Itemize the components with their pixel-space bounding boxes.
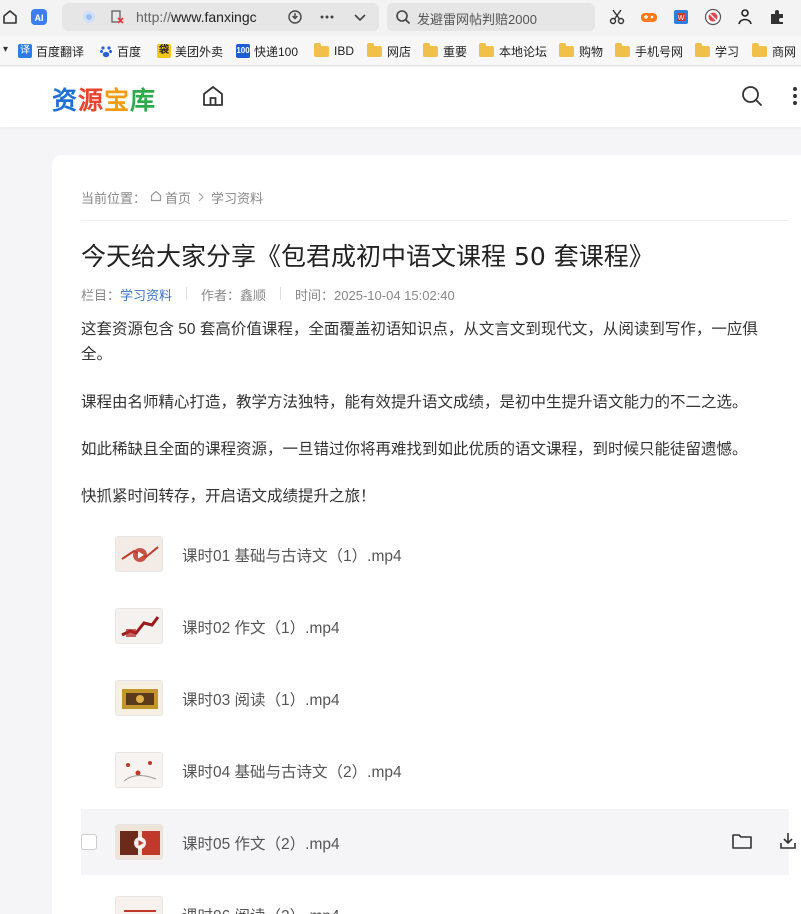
- kuaidi100-icon: 100: [236, 44, 250, 58]
- breadcrumb-chevron-icon: [197, 190, 205, 205]
- translate-icon: 译: [18, 44, 32, 58]
- insecure-warning-icon[interactable]: [110, 10, 124, 29]
- browser-toolbar: AI http://www.fanxingc 发避雷网帖判赔2000 W: [0, 0, 801, 36]
- site-search-icon[interactable]: [740, 84, 764, 113]
- game-controller-icon[interactable]: [640, 8, 658, 26]
- divider: [81, 220, 789, 221]
- folder-icon: [559, 42, 574, 57]
- file-row[interactable]: 课时03 阅读（1）.mp4: [81, 665, 789, 731]
- folder-icon: [695, 42, 710, 57]
- svg-text:AI: AI: [35, 13, 44, 23]
- svg-text:W: W: [678, 15, 685, 22]
- article-card: 当前位置： 首页 学习资料 今天给大家分享《包君成初中语文课程 50 套课程》 …: [52, 155, 801, 914]
- bookmark-folder-local-forum[interactable]: 本地论坛: [479, 42, 547, 59]
- video-thumbnail: [115, 680, 163, 716]
- folder-icon: [367, 42, 382, 57]
- video-thumbnail: [115, 608, 163, 644]
- address-url[interactable]: http://www.fanxingc: [136, 9, 274, 25]
- browser-search-box[interactable]: 发避雷网帖判赔2000: [387, 3, 595, 31]
- folder-icon[interactable]: [731, 831, 753, 856]
- article-paragraph: 快抓紧时间转存，开启语文成绩提升之旅！: [81, 488, 376, 505]
- ad-block-icon[interactable]: [704, 8, 722, 26]
- video-thumbnail: [115, 536, 163, 572]
- breadcrumb: 当前位置： 首页 学习资料: [81, 188, 263, 207]
- chevron-down-icon[interactable]: [352, 9, 368, 30]
- wps-office-icon[interactable]: W: [672, 8, 690, 26]
- site-home-icon[interactable]: [201, 84, 225, 113]
- extensions-puzzle-icon[interactable]: [768, 8, 786, 26]
- reader-mode-icon[interactable]: [287, 9, 303, 30]
- folder-icon: [423, 42, 438, 57]
- file-row[interactable]: 课时04 基础与古诗文（2）.mp4: [81, 737, 789, 803]
- baidu-paw-icon: [99, 44, 113, 58]
- bookmark-folder-zhongyao[interactable]: 重要: [423, 42, 467, 59]
- site-header: 资源宝库: [0, 67, 801, 127]
- file-row[interactable]: 课时02 作文（1）.mp4: [81, 593, 789, 659]
- home-small-icon: [150, 190, 162, 205]
- article-title: 今天给大家分享《包君成初中语文课程 50 套课程》: [81, 242, 654, 271]
- category-link[interactable]: 学习资料: [120, 285, 172, 304]
- site-logo[interactable]: 资源宝库: [52, 81, 156, 117]
- video-thumbnail: [115, 752, 163, 788]
- file-name: 课时01 基础与古诗文（1）.mp4: [182, 548, 402, 565]
- file-name: 课时04 基础与古诗文（2）.mp4: [182, 764, 402, 781]
- file-name: 课时02 作文（1）.mp4: [182, 620, 340, 637]
- file-name: 课时03 阅读（1）.mp4: [182, 692, 340, 709]
- bookmarks-menu-arrow-icon[interactable]: ▾: [3, 44, 8, 55]
- bookmark-folder-wangdian[interactable]: 网店: [367, 42, 411, 59]
- article-paragraph: 课程由名师精心打造，教学方法独特，能有效提升语文成绩，是初中生提升语文能力的不二…: [81, 394, 748, 411]
- meituan-icon: 袋: [157, 44, 171, 58]
- search-text: 发避雷网帖判赔2000: [417, 12, 537, 27]
- article-paragraph: 如此稀缺且全面的课程资源，一旦错过你将再难找到如此优质的语文课程，到时候只能徒留…: [81, 441, 748, 458]
- folder-icon: [615, 42, 630, 57]
- video-thumbnail: [115, 824, 163, 860]
- bookmarks-bar: ▾ 译百度翻译 百度 袋美团外卖 100 快递100 IBD 网店 重要 本地论坛…: [0, 36, 801, 66]
- meta-divider: [186, 287, 188, 300]
- scissors-icon[interactable]: [608, 8, 626, 26]
- bookmark-folder-shopping[interactable]: 购物: [559, 42, 603, 59]
- site-menu-icon[interactable]: [791, 84, 799, 113]
- file-row[interactable]: 课时05 作文（2）.mp4: [81, 809, 796, 875]
- bookmark-folder-ibd[interactable]: IBD: [314, 42, 354, 59]
- bookmark-baidu-translate[interactable]: 译百度翻译: [18, 43, 84, 59]
- article-meta: 栏目： 学习资料 作者：鑫顺 时间：2025-10-04 15:02:40: [81, 285, 455, 304]
- address-bar[interactable]: http://www.fanxingc: [62, 3, 379, 31]
- download-icon[interactable]: [778, 831, 798, 856]
- meta-divider: [280, 287, 282, 300]
- bookmark-meituan[interactable]: 袋美团外卖: [157, 43, 223, 59]
- bookmark-folder-study[interactable]: 学习: [695, 42, 739, 59]
- file-row[interactable]: 课时01 基础与古诗文（1）.mp4: [81, 521, 789, 587]
- ai-assistant-icon[interactable]: AI: [30, 8, 48, 26]
- video-thumbnail: [115, 896, 163, 914]
- article-paragraph: 这套资源包含 50 套高价值课程，全面覆盖初语知识点，从文言文到现代文，从阅读到…: [81, 321, 758, 363]
- folder-icon: [479, 42, 494, 57]
- site-favicon-icon: [82, 10, 96, 29]
- breadcrumb-current-link[interactable]: 学习资料: [211, 188, 263, 207]
- publish-time: 时间：2025-10-04 15:02:40: [295, 288, 455, 303]
- folder-icon: [752, 42, 767, 57]
- search-icon: [395, 9, 411, 30]
- bookmark-baidu[interactable]: 百度: [99, 43, 141, 59]
- extension-person-icon[interactable]: [736, 8, 754, 26]
- breadcrumb-home-link[interactable]: 首页: [165, 188, 191, 207]
- author-text: 作者：鑫顺: [201, 288, 267, 303]
- bookmark-folder-business[interactable]: 商网: [752, 42, 796, 59]
- more-options-icon[interactable]: [319, 9, 335, 30]
- folder-icon: [314, 42, 329, 57]
- file-name: 课时05 作文（2）.mp4: [182, 836, 340, 853]
- file-row[interactable]: 课时06 阅读（2）.mp4: [81, 881, 789, 914]
- bookmark-kuaidi100[interactable]: 100 快递100: [236, 43, 302, 59]
- file-name: 课时06 阅读（2）.mp4: [182, 904, 340, 914]
- home-icon[interactable]: [1, 8, 19, 26]
- bookmark-folder-phone-net[interactable]: 手机号网: [615, 42, 683, 59]
- file-checkbox[interactable]: [81, 834, 97, 850]
